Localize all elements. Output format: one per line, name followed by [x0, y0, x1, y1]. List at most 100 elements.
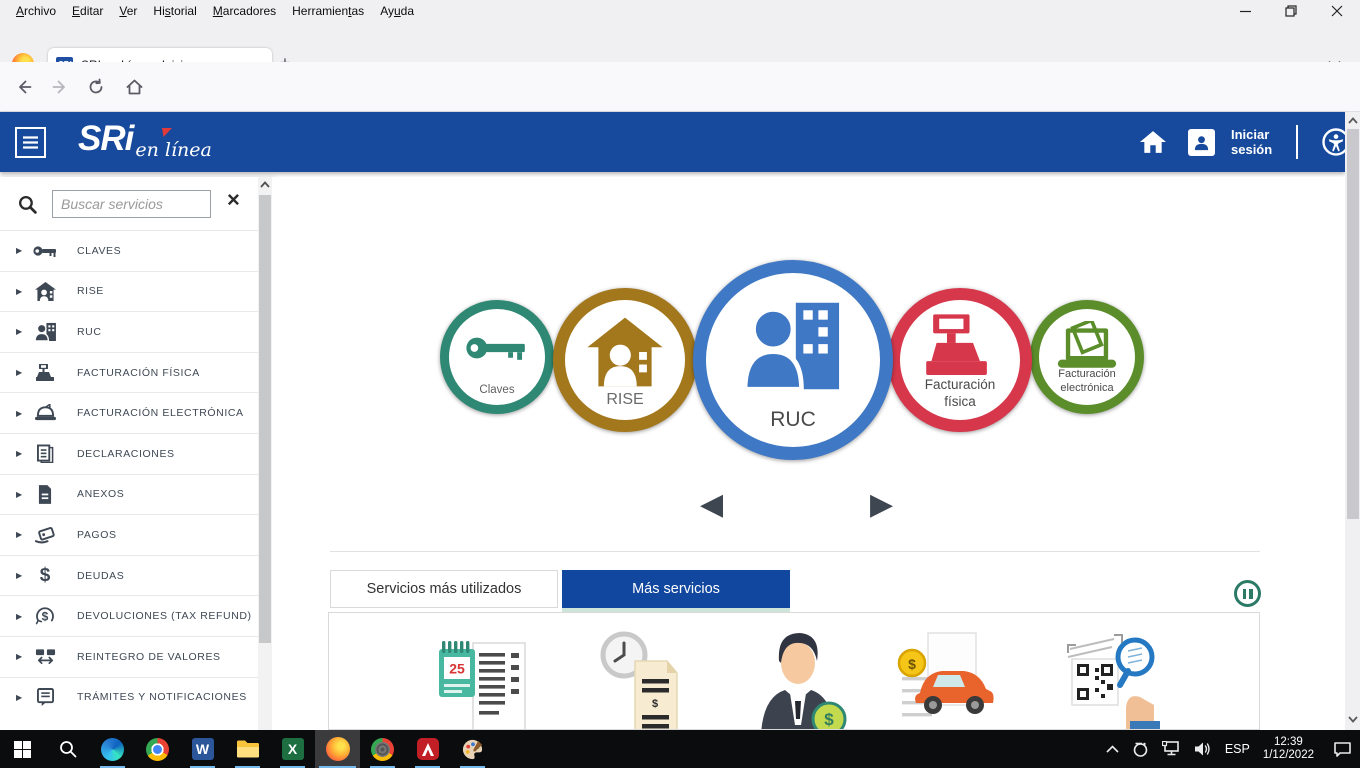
- tray-clock[interactable]: 12:39 1/12/2022: [1263, 736, 1314, 763]
- taskbar-firefox-icon[interactable]: [315, 730, 360, 768]
- svg-text:$: $: [652, 698, 658, 710]
- tray-date: 1/12/2022: [1263, 749, 1314, 761]
- cash-register-icon: [921, 314, 999, 384]
- taxpayer-illustration[interactable]: $: [741, 627, 851, 730]
- menu-toggle-button[interactable]: [15, 127, 46, 158]
- close-window-button[interactable]: [1314, 0, 1360, 22]
- notification-center-icon[interactable]: [1333, 741, 1352, 758]
- taskbar-acrobat-icon[interactable]: [405, 730, 450, 768]
- document-validity-qr-illustration[interactable]: [1056, 627, 1166, 730]
- taskbar-chrome-profile-icon[interactable]: [360, 730, 405, 768]
- home-icon[interactable]: [1140, 131, 1166, 153]
- header-actions: Iniciarsesión: [1140, 112, 1350, 172]
- reload-button[interactable]: [80, 71, 112, 103]
- firefox-toolbar: https://srienlinea.sri.gob.ec/sri-en-lin…: [0, 62, 1360, 112]
- tab-servicios-mas-utilizados[interactable]: Servicios más utilizados: [330, 570, 558, 608]
- tray-time: 12:39: [1274, 736, 1303, 748]
- logo-accent: [162, 128, 172, 137]
- tray-volume-icon[interactable]: [1194, 741, 1212, 757]
- search-icon: [17, 194, 38, 215]
- sidebar-close-icon[interactable]: ×: [227, 187, 240, 213]
- chevron-right-icon: ▶: [16, 327, 22, 336]
- sri-site-header: SRien línea Iniciarsesión: [0, 112, 1345, 172]
- login-user-icon[interactable]: [1188, 129, 1215, 156]
- pending-declarations-illustration[interactable]: $: [591, 627, 701, 730]
- sidebar-item-deudas[interactable]: ▶ $ DEUDAS: [0, 555, 258, 596]
- tray-network-icon[interactable]: [1162, 741, 1181, 757]
- screen: Archivo Editar Ver Historial Marcadores …: [0, 0, 1360, 768]
- tax-calendar-illustration[interactable]: 25: [431, 627, 541, 730]
- sidebar-item-ruc[interactable]: ▶ RUC: [0, 311, 258, 352]
- carousel-claves[interactable]: Claves: [440, 300, 554, 414]
- sidebar-scroll-thumb[interactable]: [259, 195, 271, 643]
- sidebar-item-facturacion-electronica[interactable]: ▶ FACTURACIÓN ELECTRÓNICA: [0, 392, 258, 433]
- sidebar-item-pagos[interactable]: ▶ PAGOS: [0, 514, 258, 555]
- vehicle-tax-illustration[interactable]: $: [896, 627, 1006, 730]
- scroll-up-icon[interactable]: [259, 181, 271, 188]
- sidebar-item-tramites[interactable]: ▶ TRÁMITES Y NOTIFICACIONES: [0, 677, 258, 718]
- person-building-icon: [32, 322, 58, 341]
- tray-language-label[interactable]: ESP: [1225, 742, 1250, 756]
- sidebar-search-row: ×: [0, 185, 258, 229]
- section-divider: [330, 551, 1260, 552]
- menu-historial[interactable]: Historial: [145, 1, 204, 21]
- sidebar-item-claves[interactable]: ▶ CLAVES: [0, 230, 258, 271]
- page-scrollbar[interactable]: [1345, 112, 1360, 730]
- sidebar-menu: ▶ CLAVES ▶ RISE ▶ RUC ▶ FACTURACIÓN FÍSI…: [0, 230, 258, 717]
- taskbar-edge-icon[interactable]: [90, 730, 135, 768]
- restore-button[interactable]: [1268, 0, 1314, 22]
- chevron-right-icon: ▶: [16, 490, 22, 499]
- menu-ayuda[interactable]: Ayuda: [372, 1, 422, 21]
- tray-meet-now-icon[interactable]: [1132, 741, 1149, 758]
- sidebar-item-devoluciones[interactable]: ▶ $ DEVOLUCIONES (TAX REFUND): [0, 595, 258, 636]
- cash-register-icon: [32, 364, 58, 382]
- chevron-right-icon: ▶: [16, 571, 22, 580]
- documents-icon: [32, 444, 58, 463]
- menu-herramientas[interactable]: Herramientas: [284, 1, 372, 21]
- scroll-down-icon[interactable]: [1346, 716, 1359, 723]
- sidebar-item-facturacion-fisica[interactable]: ▶ FACTURACIÓN FÍSICA: [0, 352, 258, 393]
- page-scroll-thumb[interactable]: [1347, 129, 1359, 519]
- carousel-prev-button[interactable]: ◀: [700, 490, 723, 520]
- home-button[interactable]: [118, 71, 150, 103]
- search-input[interactable]: [52, 190, 211, 218]
- back-button[interactable]: [8, 71, 40, 103]
- menu-marcadores[interactable]: Marcadores: [205, 1, 284, 21]
- menu-editar[interactable]: Editar: [64, 1, 111, 21]
- sidebar-item-rise[interactable]: ▶ RISE: [0, 271, 258, 312]
- tab-mas-servicios[interactable]: Más servicios: [562, 570, 790, 608]
- sidebar-scrollbar[interactable]: [258, 177, 272, 730]
- taskbar-explorer-icon[interactable]: [225, 730, 270, 768]
- start-button[interactable]: [0, 730, 45, 768]
- exchange-icon: [32, 648, 58, 666]
- system-tray: ESP 12:39 1/12/2022: [1106, 730, 1352, 768]
- carousel-pause-button[interactable]: [1234, 580, 1261, 607]
- taskbar-paint-icon[interactable]: [450, 730, 495, 768]
- taskbar-word-icon[interactable]: W: [180, 730, 225, 768]
- sri-logo[interactable]: SRien línea: [78, 119, 210, 159]
- login-button[interactable]: Iniciarsesión: [1231, 127, 1272, 157]
- carousel-ruc[interactable]: RUC: [693, 260, 893, 460]
- scroll-up-icon[interactable]: [1346, 117, 1359, 124]
- carousel-next-button[interactable]: ▶: [870, 490, 893, 520]
- taskbar-chrome-icon[interactable]: [135, 730, 180, 768]
- taskbar-search-button[interactable]: [45, 730, 90, 768]
- services-panel: 25 $: [328, 612, 1260, 730]
- forward-button[interactable]: [44, 71, 76, 103]
- carousel-rise[interactable]: RISE: [553, 288, 697, 432]
- chevron-right-icon: ▶: [16, 652, 22, 661]
- tray-expand-icon[interactable]: [1106, 745, 1119, 753]
- sidebar-item-anexos[interactable]: ▶ ANEXOS: [0, 474, 258, 515]
- sidebar-item-reintegro[interactable]: ▶ REINTEGRO DE VALORES: [0, 636, 258, 677]
- chevron-right-icon: ▶: [16, 612, 22, 621]
- menu-archivo[interactable]: Archivo: [8, 1, 64, 21]
- taskbar-excel-icon[interactable]: X: [270, 730, 315, 768]
- carousel-facturacion-electronica[interactable]: Facturaciónelectrónica: [1030, 300, 1144, 414]
- minimize-button[interactable]: [1222, 0, 1268, 22]
- chevron-right-icon: ▶: [16, 287, 22, 296]
- file-icon: [32, 485, 58, 504]
- carousel-facturacion-fisica[interactable]: Facturaciónfísica: [888, 288, 1032, 432]
- sidebar-item-declaraciones[interactable]: ▶ DECLARACIONES: [0, 433, 258, 474]
- notification-doc-icon: [32, 688, 58, 707]
- menu-ver[interactable]: Ver: [111, 1, 145, 21]
